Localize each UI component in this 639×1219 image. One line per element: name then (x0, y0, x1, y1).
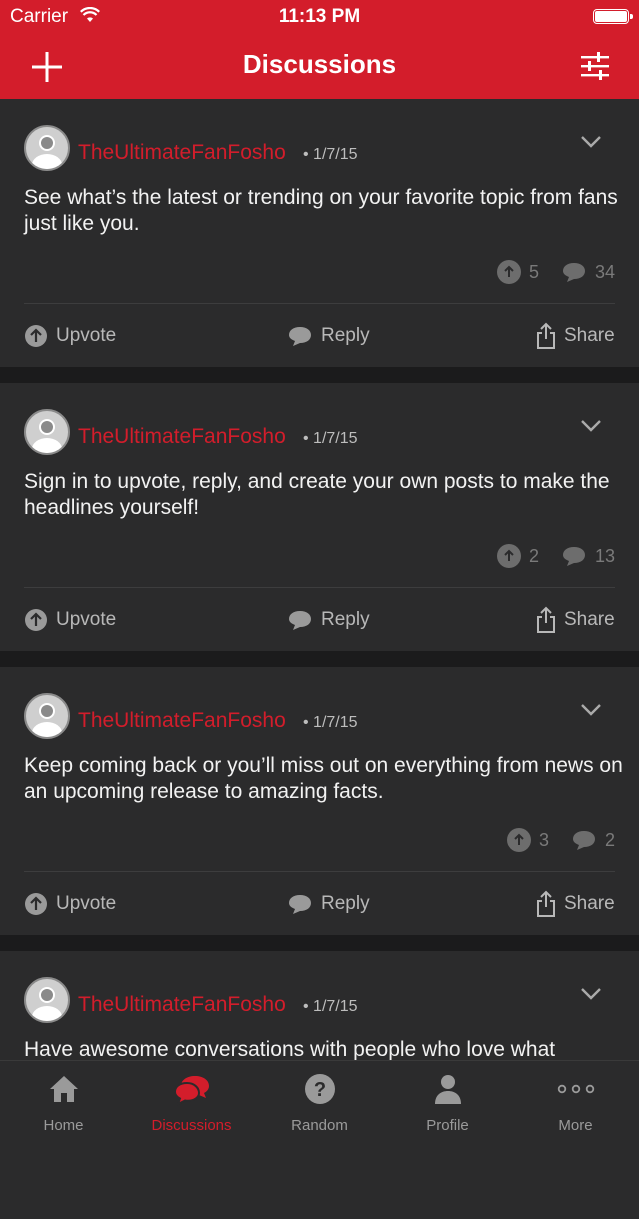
upvote-count: 2 (528, 545, 539, 566)
post-date: • 1/7/15 (303, 430, 358, 447)
upvote-count: 5 (528, 261, 539, 282)
upvote-button[interactable]: Upvote (24, 321, 116, 351)
tab-label: Profile (426, 1117, 469, 1134)
profile-icon (434, 1075, 461, 1104)
share-icon (536, 890, 556, 918)
tab-profile[interactable]: Profile (384, 1061, 511, 1137)
reply-icon (287, 893, 313, 915)
tab-more[interactable]: More (512, 1061, 639, 1137)
user-avatar-icon (32, 135, 62, 169)
share-button[interactable]: Share (536, 889, 615, 919)
upvote-button[interactable]: Upvote (24, 605, 116, 635)
more-icon (557, 1084, 594, 1094)
post-body: Keep coming back or you’ll miss out on e… (24, 754, 623, 803)
chevron-down-icon[interactable] (580, 987, 602, 1001)
tab-random[interactable]: ? Random (256, 1061, 383, 1137)
status-time: 11:13 PM (278, 6, 361, 27)
post-body: See what’s the latest or trending on you… (24, 186, 618, 235)
tab-discussions[interactable]: Discussions (128, 1061, 255, 1137)
post-card[interactable]: TheUltimateFanFosho • 1/7/15 See what’s … (0, 99, 639, 367)
divider (24, 587, 615, 588)
reply-button[interactable]: Reply (287, 605, 370, 635)
upvote-count: 3 (538, 829, 549, 850)
share-button[interactable]: Share (536, 321, 615, 351)
post-stats: 5 34 (496, 259, 615, 285)
question-icon: ? (304, 1074, 335, 1104)
chevron-down-icon[interactable] (580, 419, 602, 433)
share-button[interactable]: Share (536, 605, 615, 635)
post-body: Sign in to upvote, reply, and create you… (24, 470, 610, 519)
divider (24, 303, 615, 304)
comment-count-icon (572, 831, 595, 850)
upvote-icon (24, 608, 48, 632)
post-date: • 1/7/15 (303, 998, 358, 1015)
upvote-icon (24, 892, 48, 916)
avatar[interactable] (24, 977, 70, 1023)
upvote-label: Upvote (56, 609, 117, 630)
upvote-count-icon (506, 828, 531, 852)
post-username[interactable]: TheUltimateFanFosho (78, 141, 286, 165)
share-label: Share (564, 609, 615, 630)
post-username[interactable]: TheUltimateFanFosho (78, 993, 286, 1017)
tab-label: Discussions (151, 1117, 232, 1134)
avatar[interactable] (24, 409, 70, 455)
filter-settings-icon[interactable] (579, 50, 611, 82)
upvote-icon (24, 324, 48, 348)
page-title: Discussions (242, 49, 397, 79)
reply-label: Reply (321, 609, 370, 630)
upvote-button[interactable]: Upvote (24, 889, 116, 919)
user-avatar-icon (32, 419, 62, 453)
post-card[interactable]: TheUltimateFanFosho • 1/7/15 Keep coming… (0, 667, 639, 935)
upvote-count-icon (496, 260, 521, 284)
chevron-down-icon[interactable] (580, 135, 602, 149)
status-bar: Carrier 11:13 PM (0, 0, 639, 34)
svg-text:?: ? (313, 1079, 325, 1101)
tab-label: More (558, 1117, 593, 1134)
post-username[interactable]: TheUltimateFanFosho (78, 425, 286, 449)
share-label: Share (564, 325, 615, 346)
post-date: • 1/7/15 (303, 714, 358, 731)
reply-icon (287, 325, 313, 347)
share-icon (536, 322, 556, 350)
comment-count: 2 (604, 829, 615, 850)
tab-bar: Home Discussions ? Random Profile More (0, 1060, 639, 1137)
divider (24, 871, 615, 872)
chevron-down-icon[interactable] (580, 703, 602, 717)
post-stats: 2 13 (496, 543, 615, 569)
comment-count: 13 (594, 545, 615, 566)
avatar[interactable] (24, 125, 70, 171)
battery-icon (593, 9, 633, 24)
tab-home[interactable]: Home (0, 1061, 127, 1137)
header: Carrier 11:13 PM Discussions (0, 0, 639, 99)
upvote-count-icon (496, 544, 521, 568)
post-username[interactable]: TheUltimateFanFosho (78, 709, 286, 733)
post-stats: 3 2 (506, 827, 615, 853)
avatar[interactable] (24, 693, 70, 739)
upvote-label: Upvote (56, 325, 117, 346)
comment-count-icon (562, 263, 585, 282)
reply-label: Reply (321, 325, 370, 346)
nav-bar: Discussions (0, 34, 639, 99)
user-avatar-icon (32, 987, 62, 1021)
tab-label: Home (43, 1117, 84, 1134)
share-icon (536, 606, 556, 634)
share-label: Share (564, 893, 615, 914)
reply-icon (287, 609, 313, 631)
reply-button[interactable]: Reply (287, 889, 370, 919)
comment-count-icon (562, 547, 585, 566)
reply-label: Reply (321, 893, 370, 914)
post-card[interactable]: TheUltimateFanFosho • 1/7/15 Sign in to … (0, 383, 639, 651)
discussions-icon (173, 1076, 209, 1107)
reply-button[interactable]: Reply (287, 321, 370, 351)
upvote-label: Upvote (56, 893, 117, 914)
tab-label: Random (291, 1117, 348, 1134)
comment-count: 34 (594, 261, 615, 282)
home-icon (49, 1076, 78, 1102)
user-avatar-icon (32, 703, 62, 737)
post-date: • 1/7/15 (303, 146, 358, 163)
